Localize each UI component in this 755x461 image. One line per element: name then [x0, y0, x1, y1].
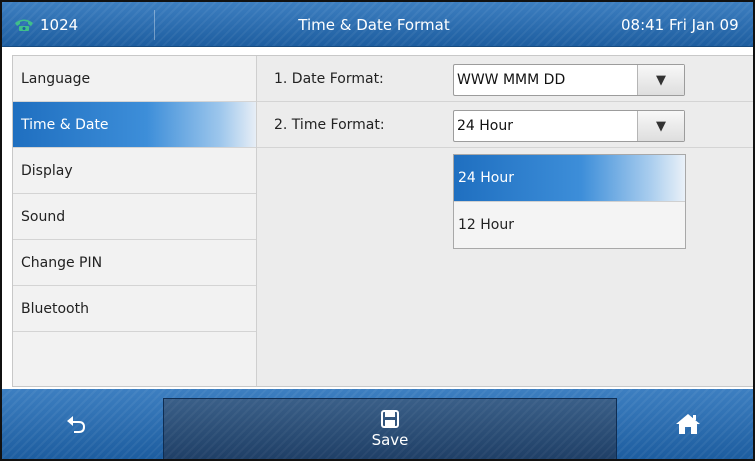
phone-screen: 1024 Time & Date Format 08:41 Fri Jan 09… — [0, 0, 755, 461]
date-format-row: 1. Date Format: WWW MMM DD ▼ — [257, 56, 753, 102]
time-format-row: 2. Time Format: 24 Hour ▼ — [257, 102, 753, 148]
dropdown-arrow-icon[interactable]: ▼ — [637, 65, 684, 95]
dropdown-arrow-icon[interactable]: ▼ — [637, 111, 684, 141]
home-softkey[interactable] — [622, 389, 753, 459]
time-format-value: 24 Hour — [457, 118, 513, 134]
floppy-disk-icon — [381, 410, 399, 428]
back-arrow-icon — [67, 416, 85, 433]
settings-panel: 1. Date Format: WWW MMM DD ▼ 2. Time For… — [257, 56, 753, 386]
sidebar-item-bluetooth[interactable]: Bluetooth — [13, 286, 256, 332]
sidebar-item-time-date[interactable]: Time & Date — [13, 102, 256, 148]
status-bar: 1024 Time & Date Format 08:41 Fri Jan 09 — [2, 2, 753, 47]
date-format-select[interactable]: WWW MMM DD ▼ — [453, 64, 685, 96]
time-format-label: 2. Time Format: — [274, 116, 385, 133]
time-format-select[interactable]: 24 Hour ▼ — [453, 110, 685, 142]
sidebar-item-label: Change PIN — [21, 254, 103, 271]
sidebar-item-change-pin[interactable]: Change PIN — [13, 240, 256, 286]
sidebar-item-label: Language — [21, 70, 91, 87]
softkey-bar: Save — [2, 389, 753, 459]
sidebar-item-language[interactable]: Language — [13, 56, 256, 102]
time-format-dropdown-list: 24 Hour 12 Hour — [453, 154, 686, 249]
extension-number: 1024 — [40, 15, 79, 34]
page-title: Time & Date Format — [298, 15, 450, 34]
phone-icon — [15, 19, 33, 31]
save-label: Save — [371, 431, 409, 449]
home-icon — [675, 414, 700, 434]
clock: 08:41 Fri Jan 09 — [621, 15, 739, 34]
dropdown-option-24-hour[interactable]: 24 Hour — [454, 155, 685, 202]
back-softkey[interactable] — [2, 389, 150, 459]
date-format-value: WWW MMM DD — [457, 72, 566, 88]
save-softkey[interactable]: Save — [163, 398, 617, 459]
extension-indicator: 1024 — [14, 2, 78, 47]
sidebar-item-sound[interactable]: Sound — [13, 194, 256, 240]
sidebar: Language Time & Date Display Sound Chang… — [13, 56, 257, 386]
content-area: Language Time & Date Display Sound Chang… — [12, 55, 753, 387]
date-format-label: 1. Date Format: — [274, 70, 384, 87]
dropdown-option-12-hour[interactable]: 12 Hour — [454, 202, 685, 248]
sidebar-item-label: Display — [21, 162, 73, 179]
sidebar-item-label: Sound — [21, 208, 66, 225]
sidebar-item-label: Bluetooth — [21, 300, 89, 317]
sidebar-item-label: Time & Date — [21, 116, 109, 133]
sidebar-item-display[interactable]: Display — [13, 148, 256, 194]
